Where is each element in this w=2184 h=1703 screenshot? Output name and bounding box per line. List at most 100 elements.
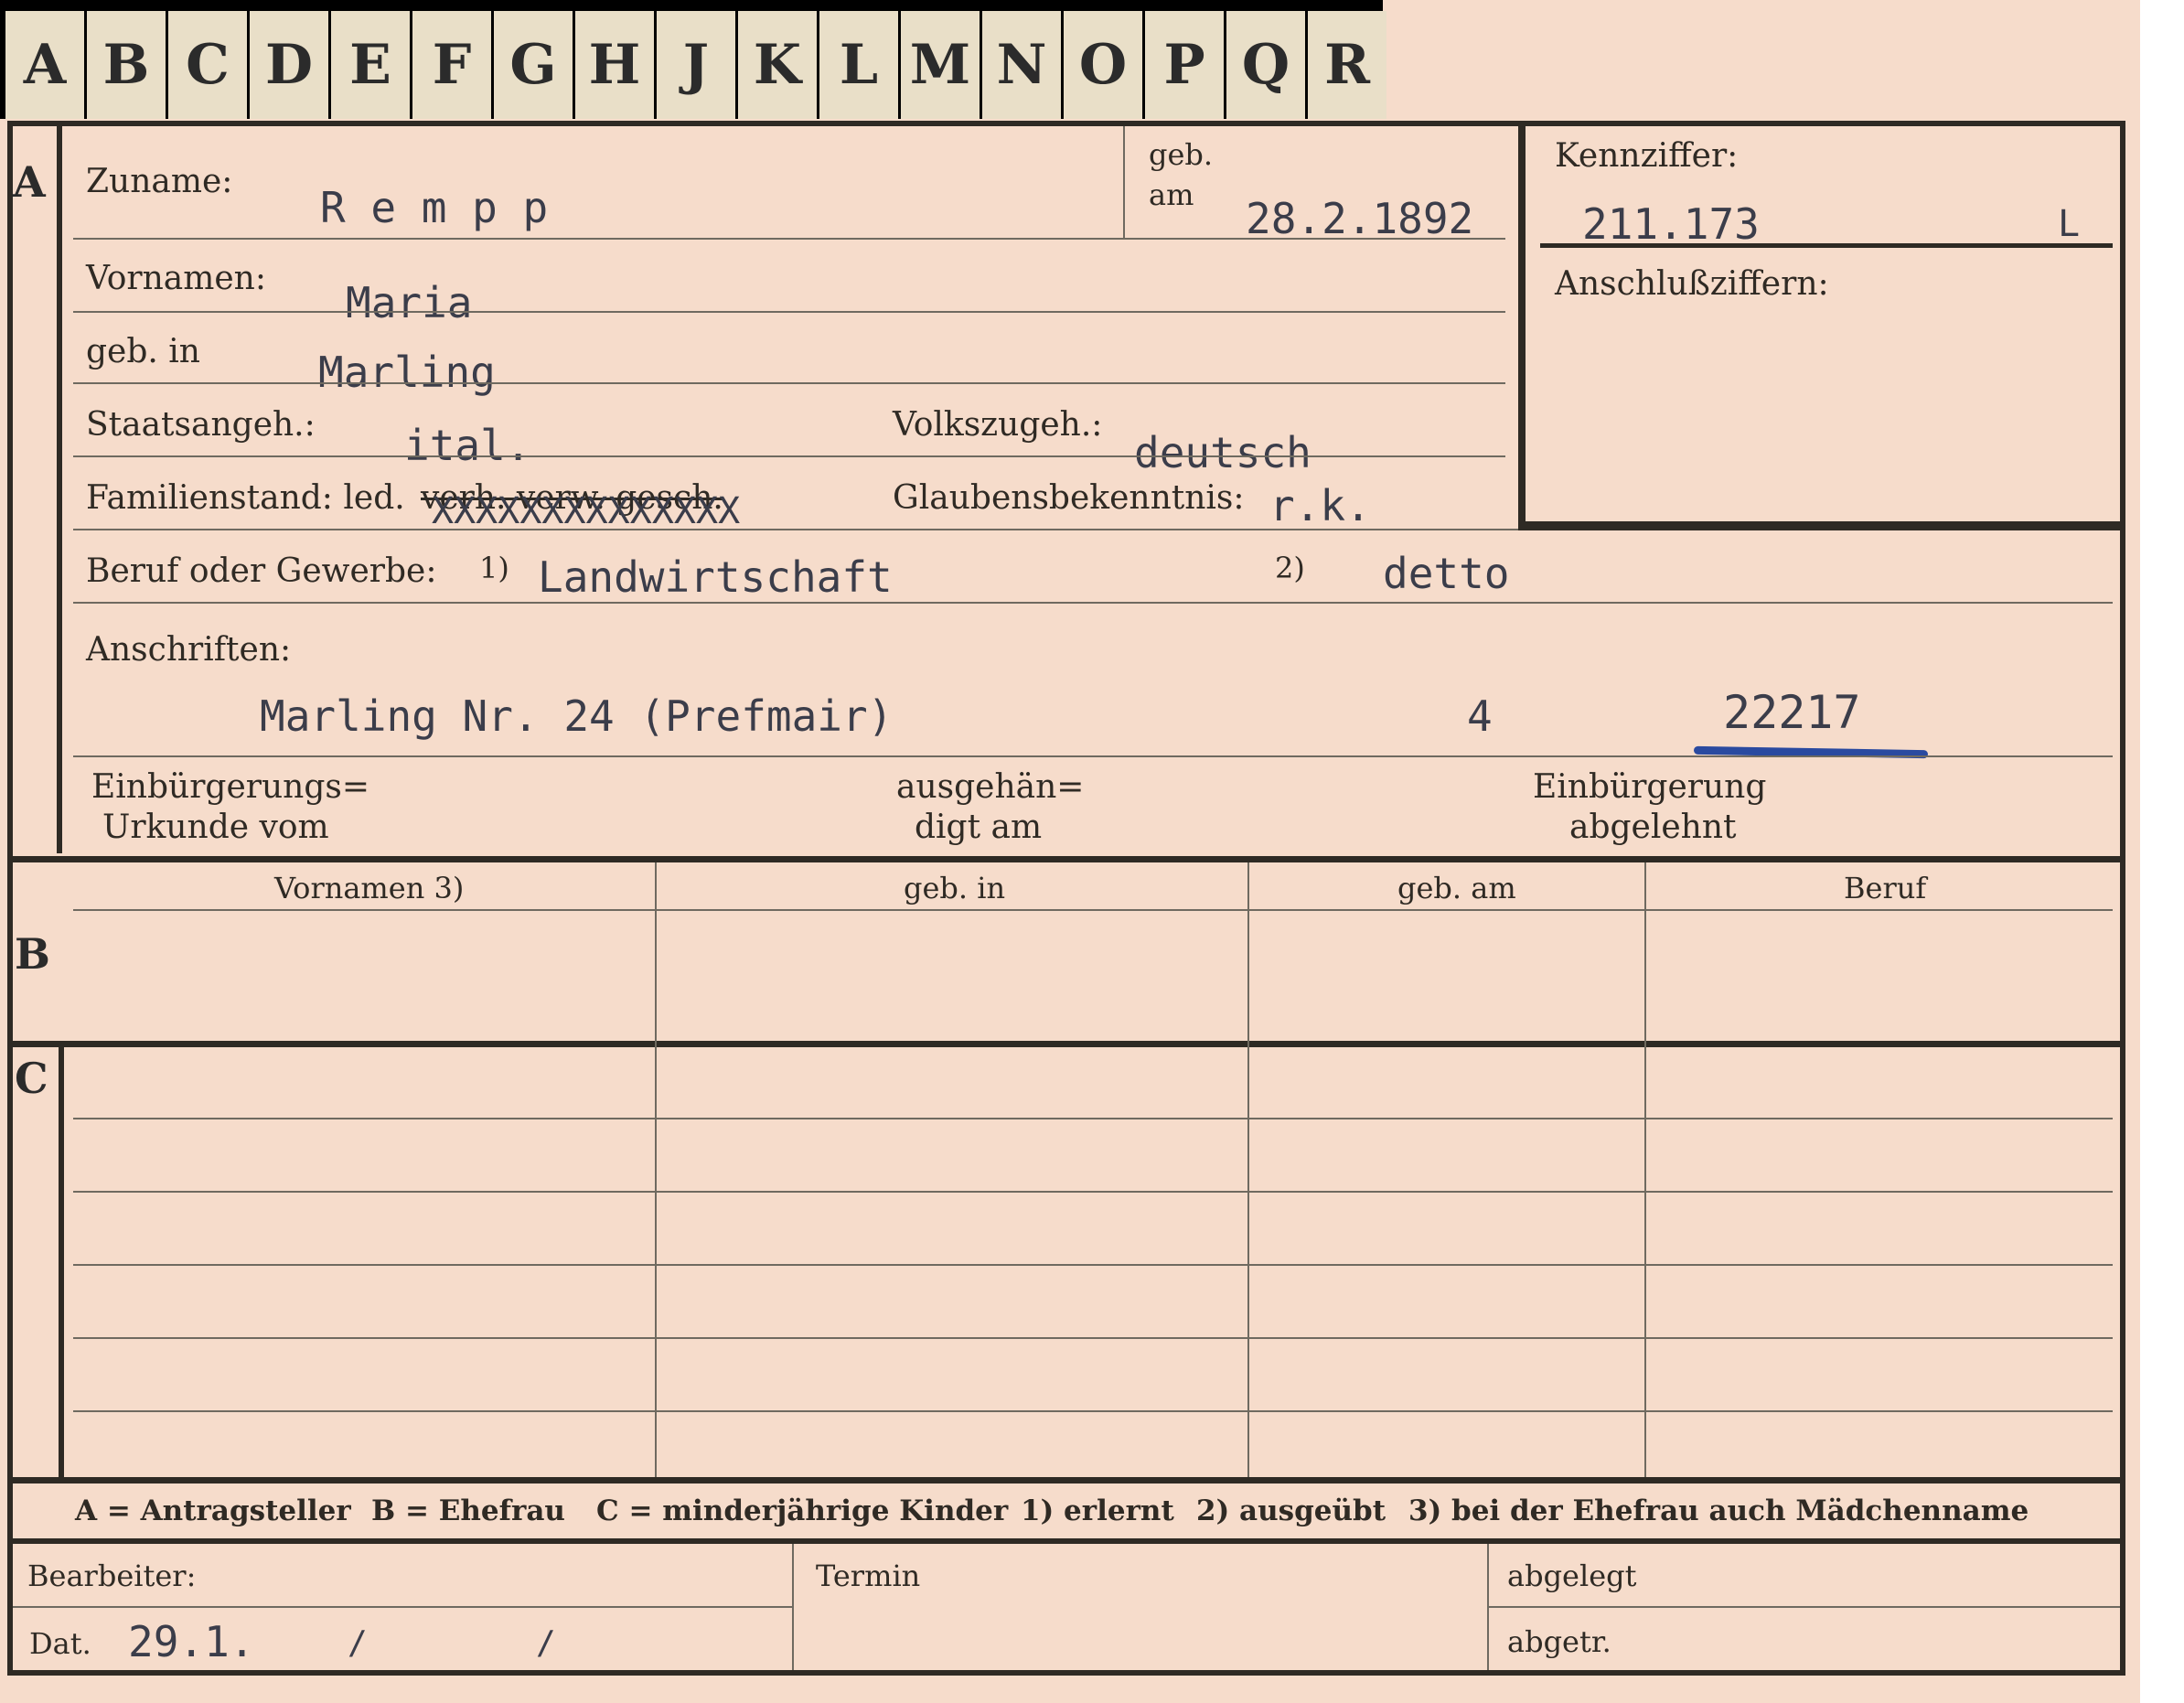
row-line-staatsangeh (73, 455, 1505, 457)
vornamen-label: Vornamen: (86, 260, 266, 297)
beruf-value-1[interactable]: Landwirtschaft (538, 552, 893, 602)
children-row-line (73, 1264, 2113, 1266)
children-row-line (73, 1410, 2113, 1412)
dat-slash-2: / (536, 1624, 556, 1662)
legend-bottom-line (7, 1538, 2125, 1544)
registration-card: A B C D E F G H J K L M N O P Q R A Zuna… (0, 0, 2140, 1703)
geb-in-value[interactable]: Marling (318, 348, 496, 397)
kennziffer-underline (1540, 243, 2113, 248)
termin-label: Termin (816, 1558, 921, 1593)
legend-note-2: 2) ausgeübt (1196, 1494, 1386, 1527)
section-c-letter: C (15, 1054, 48, 1103)
index-tab-strip: A B C D E F G H J K L M N O P Q R (0, 0, 1386, 119)
tab-r[interactable]: R (1308, 11, 1386, 119)
frame-bottom (7, 1670, 2125, 1676)
table-header-line (73, 909, 2113, 911)
footer-line-right (1487, 1606, 2120, 1608)
zuname-label: Zuname: (86, 163, 233, 200)
tab-d[interactable]: D (250, 11, 328, 119)
row-line-zuname (73, 238, 1505, 240)
dat-slash-1: / (348, 1624, 368, 1662)
legend-note-1: 1) erlernt (1021, 1494, 1174, 1527)
col-header-geb-am: geb. am (1397, 871, 1516, 905)
tab-m[interactable]: M (901, 11, 980, 119)
tab-j[interactable]: J (657, 11, 735, 119)
frame-left (7, 121, 13, 1676)
geb-am-divider (1123, 126, 1125, 238)
section-b-letter: B (15, 929, 50, 979)
tab-q[interactable]: Q (1226, 11, 1305, 119)
beruf-value-2[interactable]: detto (1383, 549, 1509, 598)
tab-l[interactable]: L (819, 11, 898, 119)
zuname-value[interactable]: R e m p p (320, 183, 548, 232)
glaubensbekenntnis-value[interactable]: r.k. (1269, 481, 1371, 530)
tab-k[interactable]: K (738, 11, 817, 119)
children-row-line (73, 1118, 2113, 1119)
geb-am-value[interactable]: 28.2.1892 (1246, 194, 1473, 243)
anschriften-label: Anschriften: (86, 631, 292, 669)
abgelegt-label: abgelegt (1507, 1558, 1637, 1593)
legend-note-3: 3) bei der Ehefrau auch Mädchenname (1408, 1494, 2029, 1527)
children-row-line (73, 1337, 2113, 1339)
row-line-geb-in (73, 382, 1505, 384)
ausgehaendigt-label-2: digt am (915, 809, 1043, 846)
section-a-letter: A (13, 157, 46, 207)
legend-b: B = Ehefrau (371, 1494, 565, 1527)
beruf-note-2: 2) (1275, 551, 1305, 585)
section-c-bottom (7, 1477, 2125, 1483)
familienstand-label: Familienstand: led. (86, 479, 405, 517)
row-line-beruf (73, 602, 2113, 604)
row-line-familienstand (73, 529, 1518, 530)
frame-right (2120, 121, 2125, 1676)
volkszugeh-label: Volkszugeh.: (893, 406, 1103, 444)
vornamen-value[interactable]: Maria (346, 278, 472, 327)
bearbeiter-label: Bearbeiter: (27, 1558, 197, 1593)
einb-urkunde-label-1: Einbürgerungs= (91, 768, 370, 806)
footer-line-left (13, 1606, 792, 1608)
ausgehaendigt-label-1: ausgehän= (896, 768, 1085, 806)
staatsangeh-value[interactable]: ital. (404, 421, 530, 470)
section-a-bottom (7, 856, 2125, 862)
col-header-beruf: Beruf (1844, 871, 1927, 905)
legend-a: A = Antragsteller (75, 1494, 351, 1527)
dat-label: Dat. (29, 1626, 91, 1661)
anschrift-value[interactable]: Marling Nr. 24 (Prefmair) (260, 691, 893, 741)
familienstand-overtype: XXXXXXXXXXXXXX (432, 490, 741, 532)
row-line-vornamen (73, 311, 1505, 313)
geb-am-label-1: geb. (1149, 137, 1214, 172)
kennziffer-box-bottom (1518, 521, 2120, 530)
dat-value[interactable]: 29.1. (128, 1617, 254, 1666)
einb-abgelehnt-label-2: abgelehnt (1569, 809, 1737, 846)
anschrift-code: 22217 (1723, 686, 1861, 739)
kennziffer-box-left (1518, 126, 1526, 530)
kennziffer-label: Kennziffer: (1555, 137, 1739, 175)
frame-top (7, 121, 2125, 126)
tab-f[interactable]: F (412, 11, 491, 119)
section-b-bottom (7, 1041, 2125, 1047)
kennziffer-suffix: L (2058, 203, 2081, 245)
geb-in-label: geb. in (86, 333, 200, 370)
tab-h[interactable]: H (575, 11, 654, 119)
beruf-note-1: 1) (479, 551, 509, 585)
glaubensbekenntnis-label: Glaubensbekenntnis: (893, 479, 1245, 517)
tab-o[interactable]: O (1064, 11, 1142, 119)
col-divider-1 (655, 862, 657, 1477)
tab-g[interactable]: G (494, 11, 573, 119)
tab-e[interactable]: E (331, 11, 410, 119)
tab-b[interactable]: B (87, 11, 166, 119)
beruf-label: Beruf oder Gewerbe: (86, 552, 437, 590)
tab-p[interactable]: P (1145, 11, 1224, 119)
tab-a[interactable]: A (5, 11, 84, 119)
tab-c[interactable]: C (168, 11, 247, 119)
kennziffer-value[interactable]: 211.173 (1582, 199, 1760, 249)
einb-abgelehnt-label-1: Einbürgerung (1533, 768, 1767, 806)
anschrift-number: 4 (1467, 691, 1493, 741)
section-c-divider (59, 1047, 64, 1477)
abgetr-label: abgetr. (1507, 1624, 1611, 1659)
staatsangeh-label: Staatsangeh.: (86, 406, 316, 444)
einb-urkunde-label-2: Urkunde vom (102, 809, 329, 846)
tab-n[interactable]: N (982, 11, 1061, 119)
footer-divider-1 (792, 1544, 794, 1670)
volkszugeh-value[interactable]: deutsch (1134, 428, 1311, 477)
section-a-divider (57, 126, 62, 853)
